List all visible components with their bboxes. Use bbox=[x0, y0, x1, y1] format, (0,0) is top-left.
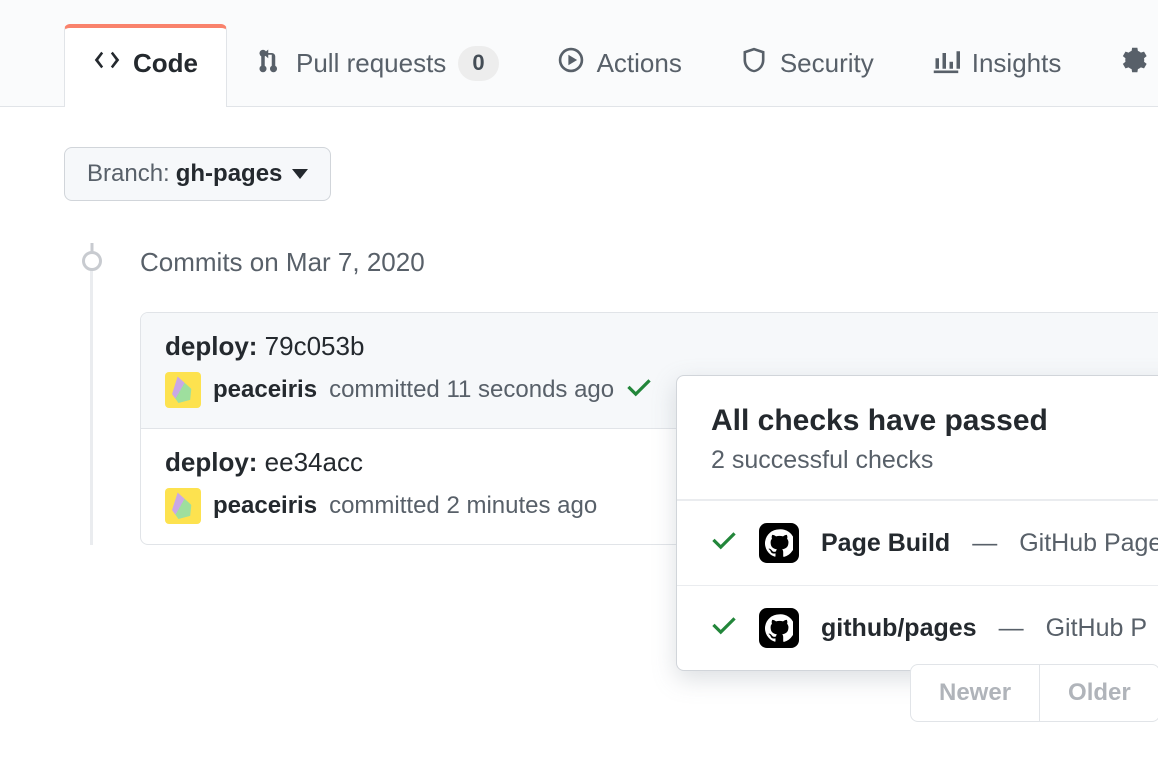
check-icon bbox=[711, 527, 737, 560]
git-pull-request-icon bbox=[256, 46, 284, 81]
tab-actions[interactable]: Actions bbox=[528, 23, 711, 107]
gear-icon bbox=[1119, 46, 1147, 81]
tab-label: Security bbox=[780, 48, 874, 79]
check-description: GitHub P bbox=[1046, 614, 1147, 643]
tab-insights[interactable]: Insights bbox=[903, 23, 1091, 107]
check-description: GitHub Page bbox=[1019, 529, 1158, 558]
check-icon bbox=[711, 612, 737, 645]
tab-settings[interactable]: S bbox=[1090, 23, 1158, 107]
check-separator: — bbox=[972, 529, 997, 558]
commit-sha: ee34acc bbox=[265, 447, 363, 477]
author-link[interactable]: peaceiris bbox=[213, 492, 317, 520]
commit-title-prefix: deploy: bbox=[165, 331, 265, 361]
branch-select-button[interactable]: Branch: gh-pages bbox=[64, 147, 331, 201]
checks-popover-header: All checks have passed 2 successful chec… bbox=[677, 376, 1158, 500]
tab-label: Insights bbox=[972, 48, 1062, 79]
commit-title[interactable]: deploy: 79c053b bbox=[165, 331, 1158, 362]
github-mark-icon bbox=[759, 608, 799, 648]
code-icon bbox=[93, 46, 121, 81]
github-mark-icon bbox=[759, 523, 799, 563]
tab-label: Code bbox=[133, 48, 198, 79]
subhead: Branch: gh-pages bbox=[0, 107, 1158, 201]
commit-pager: Newer Older bbox=[910, 664, 1158, 722]
pr-count-badge: 0 bbox=[458, 46, 498, 81]
commit-dot-icon bbox=[82, 251, 102, 271]
check-row[interactable]: github/pages — GitHub P bbox=[677, 585, 1158, 670]
branch-prefix: Branch: bbox=[87, 160, 170, 188]
tab-label: Actions bbox=[597, 48, 682, 79]
pager-older-button[interactable]: Older bbox=[1039, 665, 1158, 721]
check-name: Page Build bbox=[821, 529, 950, 558]
checks-popover-subtitle: 2 successful checks bbox=[711, 446, 1158, 475]
chevron-down-icon bbox=[292, 169, 308, 179]
check-name: github/pages bbox=[821, 614, 977, 643]
tab-pull-requests[interactable]: Pull requests 0 bbox=[227, 23, 528, 107]
commits-date-heading: Commits on Mar 7, 2020 bbox=[140, 245, 1158, 278]
author-link[interactable]: peaceiris bbox=[213, 376, 317, 404]
tab-code[interactable]: Code bbox=[64, 24, 227, 107]
pager-newer-button[interactable]: Newer bbox=[911, 665, 1039, 721]
commit-sha: 79c053b bbox=[265, 331, 365, 361]
tab-label: Pull requests bbox=[296, 48, 446, 79]
commit-time: committed 11 seconds ago bbox=[329, 376, 614, 404]
avatar[interactable] bbox=[165, 372, 201, 408]
graph-icon bbox=[932, 46, 960, 81]
check-separator: — bbox=[999, 614, 1024, 643]
commit-title-prefix: deploy: bbox=[165, 447, 265, 477]
shield-icon bbox=[740, 46, 768, 81]
play-circle-icon bbox=[557, 46, 585, 81]
check-icon[interactable] bbox=[626, 374, 652, 407]
avatar[interactable] bbox=[165, 488, 201, 524]
check-row[interactable]: Page Build — GitHub Page bbox=[677, 500, 1158, 585]
repo-tabs: Code Pull requests 0 Actions Security In… bbox=[0, 0, 1158, 107]
branch-name: gh-pages bbox=[176, 160, 283, 188]
checks-popover-title: All checks have passed bbox=[711, 404, 1158, 438]
commit-time: committed 2 minutes ago bbox=[329, 492, 597, 520]
tab-security[interactable]: Security bbox=[711, 23, 903, 107]
timeline-line bbox=[90, 251, 93, 545]
checks-popover: All checks have passed 2 successful chec… bbox=[676, 375, 1158, 671]
